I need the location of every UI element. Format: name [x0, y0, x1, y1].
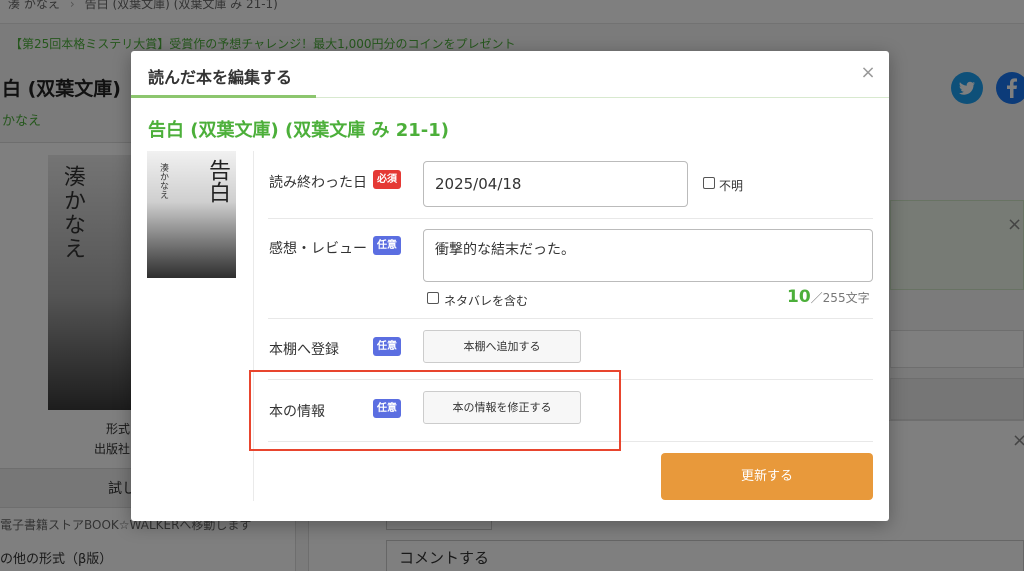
character-count: 10 [787, 287, 811, 307]
bookshelf-label: 本棚へ登録 [269, 342, 339, 358]
unknown-date-checkbox[interactable] [703, 177, 715, 189]
book-thumbnail: 告白 湊かなえ [147, 151, 236, 278]
book-title: 告白 (双葉文庫) (双葉文庫 み 21-1) [148, 120, 450, 141]
unknown-date-label[interactable]: 不明 [719, 177, 743, 194]
close-icon[interactable]: × [858, 63, 878, 83]
modal-title: 読んだ本を編集する [148, 68, 293, 87]
update-button[interactable]: 更新する [661, 453, 873, 500]
finished-date-label: 読み終わった日 [269, 175, 367, 191]
character-limit: ／255文字 [810, 291, 870, 305]
character-counter: 10／255文字 [787, 287, 870, 307]
highlight-annotation [249, 370, 621, 451]
thumbnail-title: 告白 [205, 159, 230, 203]
thumbnail-author: 湊かなえ [158, 163, 168, 199]
modal-header: 読んだ本を編集する × [131, 51, 889, 98]
finished-date-input[interactable] [423, 161, 688, 207]
optional-badge: 任意 [373, 337, 401, 356]
modal-tab-underline [131, 95, 316, 98]
review-textarea[interactable]: 衝撃的な結末だった。 [423, 229, 873, 282]
optional-badge: 任意 [373, 236, 401, 255]
required-badge: 必須 [373, 170, 401, 189]
review-label: 感想・レビュー [269, 241, 367, 257]
row-divider [268, 318, 873, 319]
add-to-bookshelf-button[interactable]: 本棚へ追加する [423, 330, 581, 363]
spoiler-checkbox[interactable] [427, 292, 439, 304]
spoiler-label[interactable]: ネタバレを含む [444, 292, 528, 309]
row-divider [268, 218, 873, 219]
